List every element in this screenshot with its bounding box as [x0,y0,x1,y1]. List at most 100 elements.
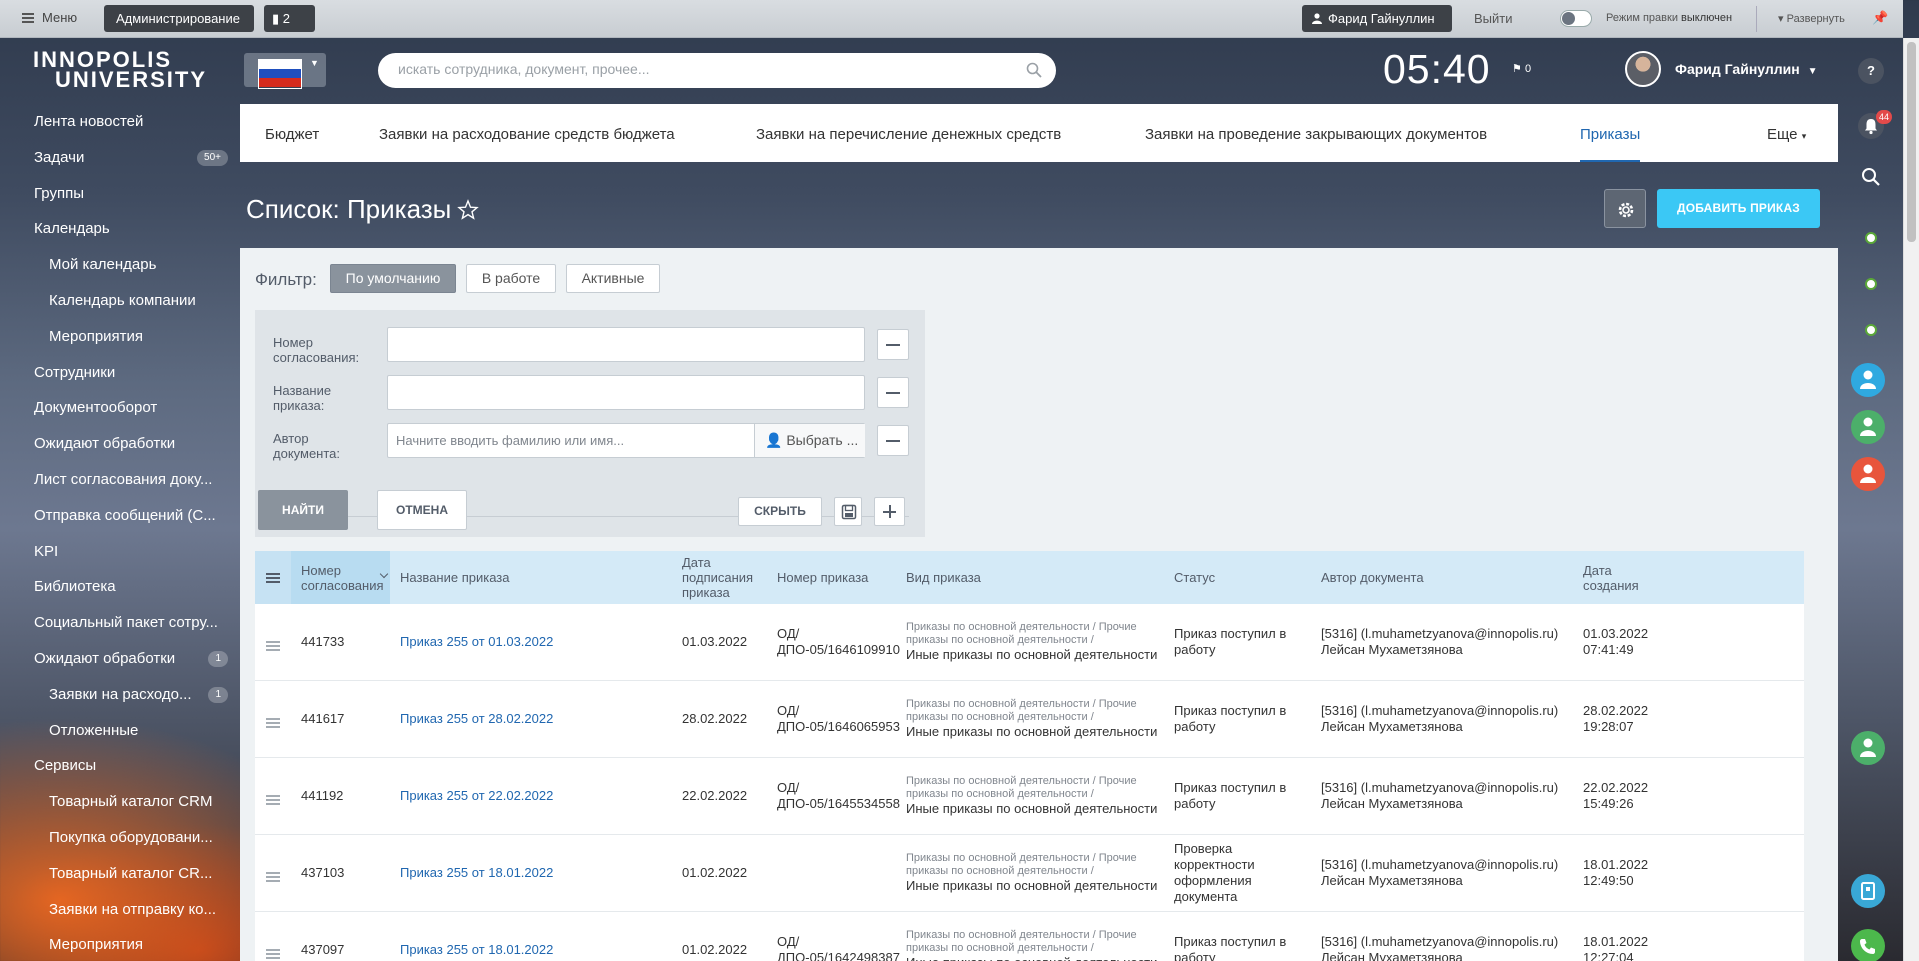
sidebar-item[interactable]: Библиотека [0,569,240,605]
search-icon[interactable] [1026,62,1042,78]
menu-button[interactable]: Меню [22,10,77,25]
pin-icon[interactable]: 📌 [1872,10,1888,26]
admin-button[interactable]: Администрирование [104,5,254,32]
sidebar-item[interactable]: Календарь компании [0,283,240,319]
row-actions-icon[interactable] [266,718,280,728]
university-logo[interactable]: INNOPOLIS UNIVERSITY [33,49,233,91]
sidebar-item[interactable]: Календарь [0,211,240,247]
tab-budget[interactable]: Бюджет [265,104,319,162]
topbar-user-button[interactable]: Фарид Гайнуллин [1302,5,1452,32]
clock[interactable]: 05:40 [1383,46,1491,93]
row-actions-icon[interactable] [266,641,280,651]
row-actions-icon[interactable] [266,795,280,805]
table-row[interactable]: 441733 Приказ 255 от 01.03.2022 01.03.2022… [255,604,1804,681]
add-order-button[interactable]: ДОБАВИТЬ ПРИКАЗ [1657,189,1820,228]
sidebar-item[interactable]: Лист согласования доку... [0,462,240,498]
order-link[interactable]: Приказ 255 от 28.02.2022 [400,711,553,727]
sidebar-item[interactable]: Ожидают обработки [0,426,240,462]
sidebar-item[interactable]: Товарный каталог CRM [0,784,240,820]
sidebar-item[interactable]: Отложенные [0,713,240,749]
search-input[interactable] [398,61,998,77]
sidebar-item[interactable]: Заявки на отправку ко... [0,892,240,928]
column-header[interactable]: Статус [1164,551,1311,604]
sidebar-item[interactable]: Покупка оборудовани... [0,820,240,856]
avatar[interactable] [1625,51,1661,87]
logout-link[interactable]: Выйти [1474,11,1513,26]
column-header[interactable]: Вид приказа [896,551,1164,604]
column-header[interactable]: Автор документа [1311,551,1573,604]
notifications-counter-button[interactable]: ▮ 2 [264,5,315,32]
sidebar-item[interactable]: Мероприятия [0,319,240,355]
edit-mode-toggle[interactable] [1560,10,1592,27]
filter-preset-default[interactable]: По умолчанию [330,264,456,293]
flag-counter[interactable]: ⚑ 0 [1512,62,1531,75]
table-row[interactable]: 437103 Приказ 255 от 18.01.2022 01.02.2022… [255,835,1804,912]
settings-button[interactable] [1604,189,1646,228]
order-link[interactable]: Приказ 255 от 18.01.2022 [400,865,553,881]
remove-field-button[interactable] [877,329,909,360]
author-input[interactable] [388,424,754,457]
column-header[interactable]: Номер приказа [767,551,896,604]
find-button[interactable]: НАЙТИ [258,490,348,530]
scrollbar-thumb[interactable] [1907,42,1916,242]
column-settings-button[interactable] [255,551,291,604]
filter-preset-in-work[interactable]: В работе [466,264,556,293]
sidebar-item[interactable]: Ожидают обработки 1 [0,641,240,677]
sidebar-item[interactable]: Лента новостей [0,104,240,140]
header-user-menu[interactable]: Фарид Гайнуллин ▼ [1675,61,1818,77]
table-row[interactable]: 437097 Приказ 255 от 18.01.2022 01.02.2022… [255,912,1804,961]
tab-money-transfer-requests[interactable]: Заявки на перечисление денежных средств [756,104,1061,162]
remove-field-button[interactable] [877,425,909,456]
sidebar-item[interactable]: KPI [0,534,240,570]
save-filter-button[interactable] [834,497,862,526]
cancel-button[interactable]: ОТМЕНА [377,490,467,530]
sidebar-item[interactable]: Сервисы [0,748,240,784]
sidebar-item[interactable]: Документооборот [0,390,240,426]
row-actions-icon[interactable] [266,949,280,959]
column-header[interactable]: Название приказа [390,551,672,604]
tab-closing-documents-requests[interactable]: Заявки на проведение закрывающих докумен… [1145,104,1487,162]
screen-share-icon[interactable] [1851,874,1885,908]
group-chat-icon[interactable] [1865,278,1877,290]
hide-filter-button[interactable]: СКРЫТЬ [738,497,822,526]
remove-field-button[interactable] [877,377,909,408]
help-icon[interactable]: ? [1858,58,1884,84]
column-header[interactable]: Номер согласования [291,551,390,604]
row-actions-icon[interactable] [266,872,280,882]
search-icon[interactable] [1860,166,1882,188]
order-link[interactable]: Приказ 255 от 01.03.2022 [400,634,553,650]
column-header[interactable]: Дата подписания приказа [672,551,767,604]
column-header[interactable]: Дата создания [1573,551,1663,604]
sidebar-item[interactable]: Товарный каталог CR... [0,856,240,892]
author-pick-button[interactable]: 👤 Выбрать ... [754,424,865,457]
contact-avatar-icon[interactable] [1851,363,1885,397]
tab-budget-spending-requests[interactable]: Заявки на расходование средств бюджета [379,104,675,162]
expand-button[interactable]: ▾ Развернуть [1778,12,1845,25]
author-field[interactable]: 👤 Выбрать ... [387,423,865,458]
order-link[interactable]: Приказ 255 от 22.02.2022 [400,788,553,804]
sidebar-item[interactable]: Мероприятия [0,927,240,961]
language-selector[interactable]: ▼ [244,53,326,89]
sidebar-item[interactable]: Мой календарь [0,247,240,283]
sidebar-item[interactable]: Социальный пакет сотру... [0,605,240,641]
table-row[interactable]: 441617 Приказ 255 от 28.02.2022 28.02.2022… [255,681,1804,758]
add-field-button[interactable] [874,497,905,526]
tab-orders[interactable]: Приказы [1580,104,1641,162]
filter-preset-active[interactable]: Активные [566,264,660,293]
approval-number-field[interactable] [387,327,865,362]
group-chat-icon[interactable] [1865,232,1877,244]
contact-avatar-icon[interactable] [1851,410,1885,444]
contact-avatar-icon[interactable] [1851,457,1885,491]
contact-avatar-icon[interactable] [1851,731,1885,765]
sidebar-item[interactable]: Отправка сообщений (С... [0,498,240,534]
phone-icon[interactable] [1851,929,1885,961]
sidebar-item[interactable]: Группы [0,176,240,212]
page-scrollbar[interactable] [1903,38,1919,961]
star-icon[interactable] [457,199,479,221]
table-row[interactable]: 441192 Приказ 255 от 22.02.2022 22.02.2022… [255,758,1804,835]
tab-more[interactable]: Еще ▾ [1767,104,1806,162]
group-chat-icon[interactable] [1865,324,1877,336]
order-name-input[interactable] [388,376,864,409]
sidebar-item[interactable]: Заявки на расходо... 1 [0,677,240,713]
order-link[interactable]: Приказ 255 от 18.01.2022 [400,942,553,958]
